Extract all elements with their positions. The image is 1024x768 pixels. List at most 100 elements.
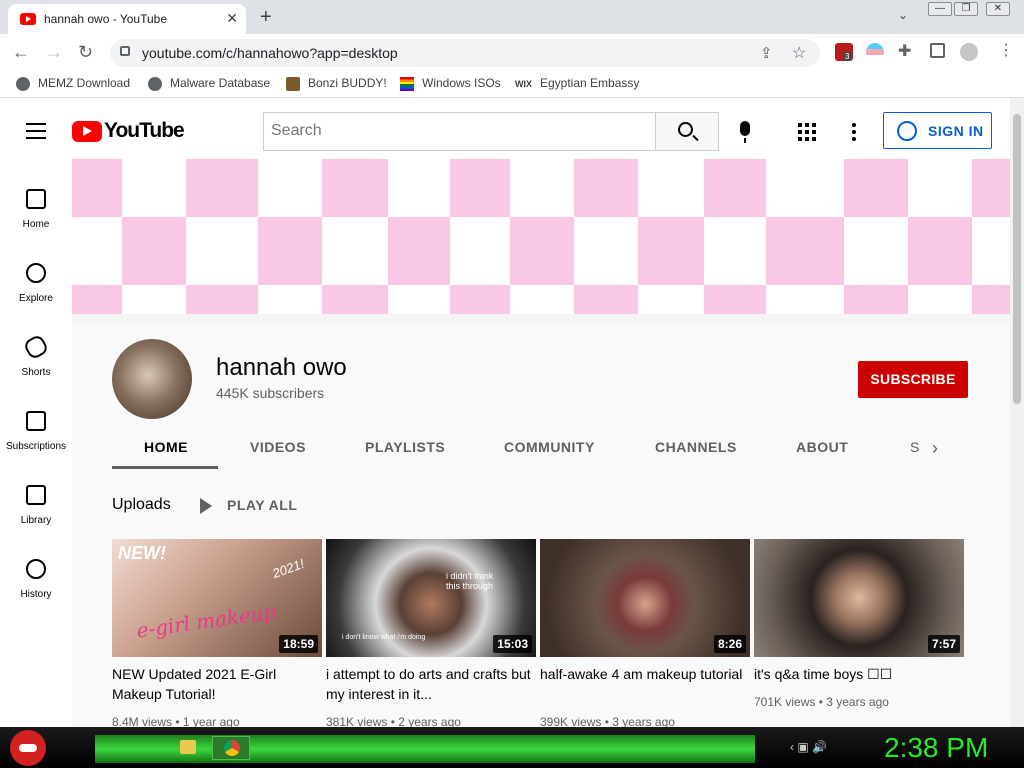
video-title[interactable]: i attempt to do arts and crafts but my i… (326, 664, 536, 704)
profile-avatar-icon[interactable] (960, 43, 978, 61)
tab-search-chevron-icon[interactable]: ⌄ (898, 8, 908, 22)
side-panel-icon[interactable] (930, 43, 945, 58)
banner-checker-square (574, 285, 638, 314)
subscribe-button[interactable]: SUBSCRIBE (858, 361, 968, 398)
new-tab-button[interactable]: + (260, 6, 272, 29)
active-tab-indicator (112, 466, 218, 469)
hamburger-menu-icon[interactable] (26, 123, 46, 139)
search-box[interactable] (263, 112, 656, 151)
chrome-menu-icon[interactable]: ⋮ (998, 40, 1016, 59)
thumbnail-text: NEW! (118, 543, 166, 563)
tab-close-icon[interactable]: ✕ (226, 10, 238, 27)
thumbnail-text: 2021! (270, 555, 307, 582)
microphone-icon[interactable] (740, 121, 750, 143)
guide-label: Shorts (21, 367, 51, 378)
video-thumbnail[interactable]: 7:57 (754, 539, 964, 657)
wix-icon: WIX (515, 79, 532, 89)
play-all-label: PLAY ALL (227, 497, 298, 513)
address-url[interactable]: youtube.com/c/hannahowo?app=desktop (142, 45, 398, 61)
channel-avatar[interactable] (112, 339, 192, 419)
guide-item-library[interactable]: Library (0, 465, 72, 526)
settings-more-icon[interactable] (852, 123, 856, 141)
windows-icon (400, 76, 414, 91)
taskbar-chrome-button[interactable] (212, 736, 250, 760)
banner-checker-square (258, 217, 322, 285)
bookmark-label: Windows ISOs (422, 76, 501, 90)
bookmark-windows-isos[interactable]: Windows ISOs (400, 76, 501, 91)
bookmark-star-icon[interactable]: ☆ (792, 43, 806, 63)
video-metadata: 701K views • 3 years ago (754, 695, 889, 709)
banner-checker-square (704, 159, 766, 217)
search-input[interactable] (264, 113, 644, 149)
share-icon[interactable]: ⇪ (760, 44, 773, 62)
video-title[interactable]: NEW Updated 2021 E-Girl Makeup Tutorial! (112, 664, 322, 704)
tab-videos[interactable]: VIDEOS (250, 439, 306, 455)
taskbar-clock[interactable]: 2:38 PM (884, 732, 988, 764)
start-button-angry-bird-icon[interactable] (10, 730, 46, 766)
file-explorer-icon[interactable] (180, 740, 196, 754)
apps-grid-icon[interactable] (798, 123, 816, 141)
bookmark-label: Malware Database (170, 76, 271, 90)
banner-checker-square (908, 217, 972, 285)
browser-tab[interactable]: hannah owo - YouTube ✕ (8, 4, 246, 34)
video-thumbnail[interactable]: NEW! 2021! e-girl makeup 18:59 (112, 539, 322, 657)
video-thumbnail[interactable]: 8:26 (540, 539, 750, 657)
bookmark-egyptian-embassy[interactable]: WIX Egyptian Embassy (515, 76, 639, 90)
scrollbar-thumb[interactable] (1013, 114, 1021, 404)
tabs-next-chevron-icon[interactable]: › (932, 438, 938, 459)
system-tray[interactable]: ‹ ▣ 🔊 (790, 740, 827, 754)
compass-icon (26, 263, 46, 283)
search-button[interactable] (655, 112, 719, 151)
youtube-masthead: YouTube SIGN IN (0, 105, 1010, 157)
search-icon (678, 122, 693, 137)
sign-in-button[interactable]: SIGN IN (883, 112, 992, 149)
reload-icon[interactable]: ↻ (78, 42, 93, 63)
banner-checker-square (450, 285, 510, 314)
upload-age: 3 years ago (826, 695, 889, 709)
tab-playlists[interactable]: PLAYLISTS (365, 439, 445, 455)
meta-separator: • (815, 695, 827, 709)
guide-item-explore[interactable]: Explore (0, 243, 72, 304)
bookmark-bonzi-buddy[interactable]: Bonzi BUDDY! (286, 76, 387, 91)
guide-label: Library (20, 515, 52, 526)
address-bar[interactable]: youtube.com/c/hannahowo?app=desktop ⇪ ☆ (110, 39, 820, 67)
video-title[interactable]: it's q&a time boys ☐☐ (754, 664, 964, 684)
youtube-wordmark[interactable]: YouTube (104, 119, 185, 143)
guide-item-shorts[interactable]: Shorts (0, 317, 72, 378)
extensions-puzzle-icon[interactable]: ✚ (898, 41, 916, 60)
minimize-button[interactable]: — (928, 2, 952, 16)
tab-search-partial[interactable]: S (910, 439, 919, 455)
guide-label: History (20, 589, 52, 600)
youtube-logo-icon[interactable] (72, 121, 102, 142)
video-duration: 15:03 (493, 635, 532, 653)
banner-checker-square (388, 217, 450, 285)
guide-label: Home (22, 219, 50, 230)
guide-item-history[interactable]: History (0, 539, 72, 600)
video-title[interactable]: half-awake 4 am makeup tutorial (540, 664, 750, 684)
youtube-favicon-icon (20, 13, 36, 25)
banner-checker-square (122, 217, 186, 285)
bookmark-memz[interactable]: MEMZ Download (16, 76, 130, 91)
home-icon (26, 189, 46, 209)
back-arrow-icon[interactable]: ← (12, 42, 30, 63)
thumbnail-text: i don't know what i'm doing (342, 634, 426, 641)
tab-home[interactable]: HOME (144, 439, 188, 455)
tab-channels[interactable]: CHANNELS (655, 439, 737, 455)
forward-arrow-icon[interactable]: → (45, 42, 63, 63)
bookmark-malware-database[interactable]: Malware Database (148, 76, 270, 91)
page-scrollbar[interactable] (1010, 98, 1024, 727)
lock-icon (120, 46, 130, 56)
uploads-heading[interactable]: Uploads (112, 496, 171, 514)
guide-item-home[interactable]: Home (0, 169, 72, 230)
tab-about[interactable]: ABOUT (796, 439, 848, 455)
banner-checker-square (972, 285, 1010, 314)
guide-item-subscriptions[interactable]: Subscriptions (0, 391, 72, 452)
tab-community[interactable]: COMMUNITY (504, 439, 595, 455)
pride-extension-icon[interactable] (866, 43, 884, 61)
close-window-button[interactable]: ✕ (986, 2, 1010, 16)
ublock-extension-icon[interactable]: 3 (835, 43, 853, 61)
restore-button[interactable]: ❐ (954, 2, 978, 16)
thumbnail-text: i didn't think this through (446, 571, 494, 591)
video-thumbnail[interactable]: i didn't think this through i don't know… (326, 539, 536, 657)
banner-checker-square (972, 159, 1010, 217)
